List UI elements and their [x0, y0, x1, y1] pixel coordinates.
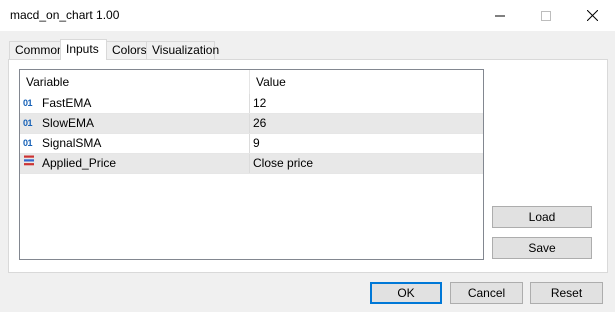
minimize-button[interactable]	[477, 0, 523, 31]
maximize-button[interactable]	[523, 0, 569, 31]
table-row[interactable]: 01 SignalSMA 9	[20, 134, 483, 154]
param-name: SlowEMA	[42, 116, 95, 130]
integer-param-icon: 01	[23, 98, 33, 108]
column-header-value[interactable]: Value	[250, 70, 483, 94]
maximize-icon	[541, 10, 551, 21]
dialog-window: macd_on_chart 1.00 Common Inputs Colors …	[0, 0, 615, 312]
tab-common[interactable]: Common	[9, 41, 64, 59]
table-header: Variable Value	[20, 70, 483, 94]
param-name: Applied_Price	[42, 156, 117, 170]
save-button[interactable]: Save	[492, 237, 592, 259]
window-title: macd_on_chart 1.00	[10, 8, 120, 22]
load-button[interactable]: Load	[492, 206, 592, 228]
title-bar: macd_on_chart 1.00	[0, 0, 615, 31]
integer-param-icon: 01	[23, 138, 33, 148]
tab-colors[interactable]: Colors	[106, 41, 147, 59]
param-name: SignalSMA	[42, 136, 102, 150]
close-icon	[586, 10, 598, 21]
enum-icon	[23, 154, 37, 173]
param-name: FastEMA	[42, 96, 92, 110]
reset-button[interactable]: Reset	[530, 282, 603, 304]
table-row[interactable]: 01 FastEMA 12	[20, 94, 483, 114]
tab-inputs[interactable]: Inputs	[60, 39, 107, 60]
inputs-table[interactable]: Variable Value 01 FastEMA 12 01 SlowEMA …	[19, 69, 484, 260]
param-value[interactable]: 12	[250, 94, 483, 113]
column-header-variable[interactable]: Variable	[20, 70, 250, 94]
minimize-icon	[495, 15, 505, 16]
tab-visualization[interactable]: Visualization	[146, 41, 219, 59]
integer-param-icon: 01	[23, 118, 33, 128]
table-row[interactable]: 01 SlowEMA 26	[20, 114, 483, 134]
cancel-button[interactable]: Cancel	[450, 282, 523, 304]
param-value[interactable]: Close price	[250, 154, 483, 173]
close-button[interactable]	[569, 0, 615, 31]
table-row[interactable]: Applied_Price Close price	[20, 154, 483, 174]
ok-button[interactable]: OK	[370, 282, 442, 304]
param-value[interactable]: 9	[250, 134, 483, 153]
param-value[interactable]: 26	[250, 114, 483, 133]
